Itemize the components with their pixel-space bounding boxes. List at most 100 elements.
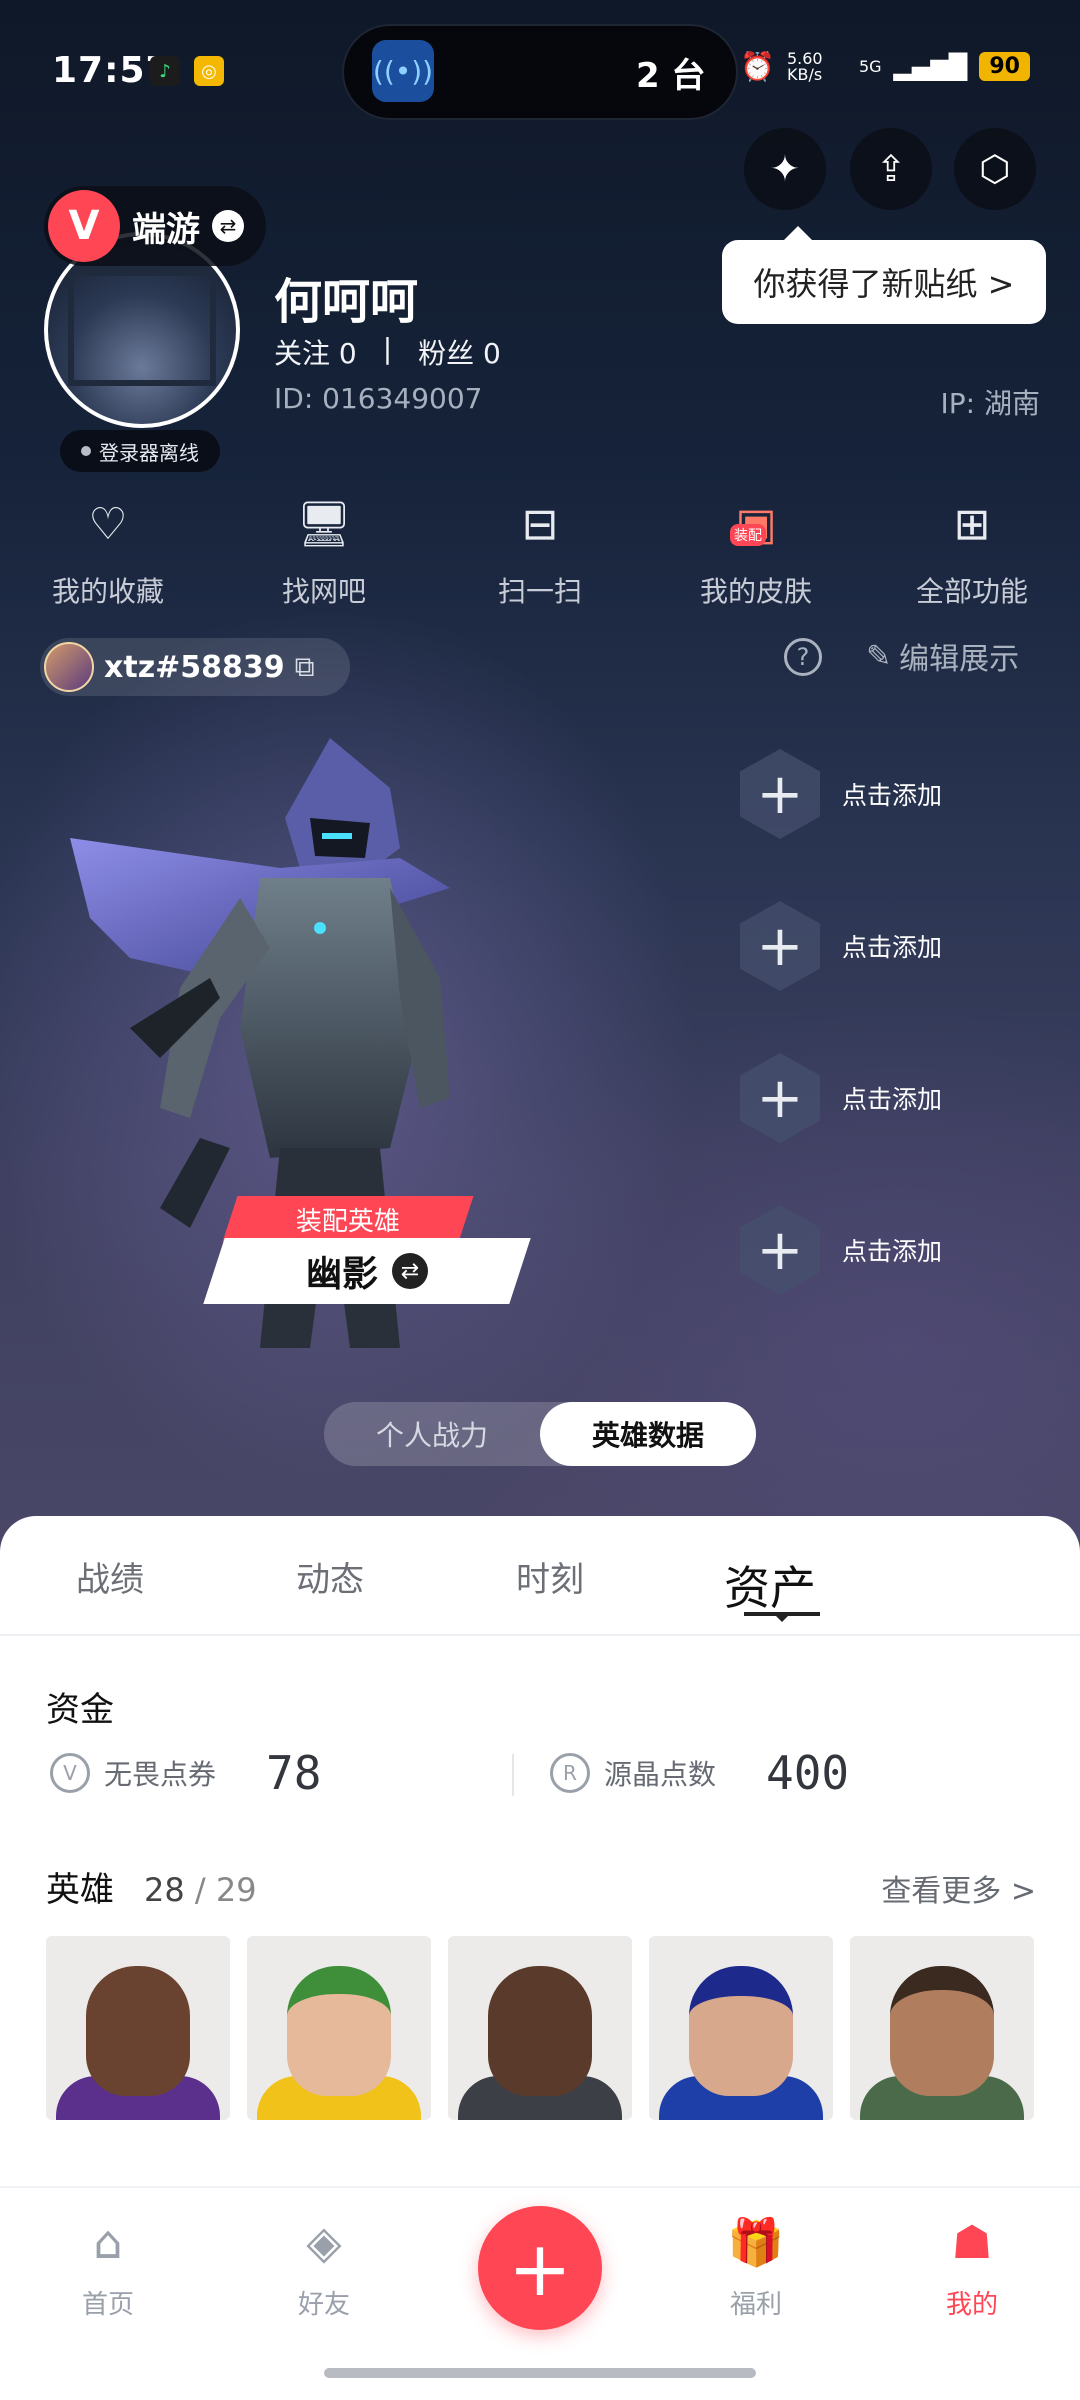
share-icon: ⇪ <box>875 148 907 190</box>
swap-icon: ⇄ <box>392 1253 428 1289</box>
fund-value: 78 <box>266 1746 322 1800</box>
profile-icon: ☗ <box>951 2215 993 2269</box>
nav-home[interactable]: ⌂ 首页 <box>38 2214 178 2321</box>
heroes-total: / 29 <box>194 1871 257 1909</box>
tab-divider <box>0 1634 1080 1636</box>
settings-button[interactable]: ⬡ <box>954 128 1036 210</box>
equip-hero-ribbon: 装配英雄 <box>222 1196 474 1242</box>
account-name: xtz#58839 <box>104 649 285 685</box>
nav-me[interactable]: ☗ 我的 <box>902 2214 1042 2321</box>
sticker-button[interactable]: ✦ <box>744 128 826 210</box>
username: 何呵呵 <box>274 274 419 330</box>
net-type: 5G <box>858 57 882 76</box>
help-icon[interactable]: ? <box>784 638 822 676</box>
slot-label: 点击添加 <box>842 933 943 962</box>
skin-icon: ▣ 装配 <box>728 496 784 552</box>
view-more-link[interactable]: 查看更多 > <box>881 1866 1036 1910</box>
new-sticker-tooltip[interactable]: 你获得了新贴纸 > <box>722 226 1046 324</box>
fund-value: 400 <box>766 1746 850 1800</box>
home-indicator[interactable] <box>324 2368 756 2378</box>
action-find-cafe[interactable]: 🖥 找网吧 <box>216 496 432 610</box>
equipped-hero-card[interactable]: 幽影 ⇄ <box>203 1238 531 1304</box>
equip-tag: 装配 <box>730 524 766 546</box>
broadcast-icon: ((•)) <box>372 40 434 102</box>
create-post-button[interactable]: + <box>478 2206 602 2330</box>
quick-actions: ♡ 我的收藏 🖥 找网吧 ⊟ 扫一扫 ▣ 装配 我的皮肤 ⊞ 全部功能 <box>0 496 1080 610</box>
slot-label: 点击添加 <box>842 1237 943 1266</box>
plus-icon: + <box>508 2223 572 2313</box>
game-name: 端游 <box>132 209 200 250</box>
action-label: 全部功能 <box>915 575 1028 608</box>
friends-icon: ◈ <box>306 2215 342 2269</box>
showcase-slot-3[interactable]: + 点击添加 <box>740 1048 970 1148</box>
hero-card[interactable] <box>247 1936 431 2120</box>
action-label: 我的收藏 <box>51 575 164 608</box>
alarm-icon: ⏰ <box>740 50 775 83</box>
copy-icon[interactable]: ⧉ <box>295 650 315 684</box>
action-label: 我的皮肤 <box>699 575 812 608</box>
add-icon: + <box>740 1205 820 1295</box>
valorant-logo-icon: V <box>48 190 120 262</box>
follow-separator: | <box>382 332 393 365</box>
action-scan[interactable]: ⊟ 扫一扫 <box>432 496 648 610</box>
fund-label: 无畏点券 <box>104 1758 217 1791</box>
swap-icon: ⇄ <box>212 210 244 242</box>
nav-label: 首页 <box>81 2290 134 2320</box>
tab-activity[interactable]: 动态 <box>220 1540 440 1618</box>
launcher-status-text: 登录器离线 <box>99 440 199 465</box>
following-count[interactable]: 关注 0 <box>274 332 357 372</box>
tab-moments[interactable]: 时刻 <box>440 1540 660 1618</box>
active-tab-indicator <box>744 1612 820 1622</box>
ip-location: IP: 湖南 <box>940 387 1040 420</box>
hero-card[interactable] <box>850 1936 1034 2120</box>
nav-label: 好友 <box>297 2290 350 2320</box>
showcase-slot-2[interactable]: + 点击添加 <box>740 896 970 996</box>
fund-label: 源晶点数 <box>604 1758 717 1791</box>
home-icon: ⌂ <box>93 2215 123 2269</box>
fund-radianite-points: R 源晶点数 400 <box>550 1746 1050 1800</box>
edit-showcase-button[interactable]: ✎ 编辑展示 <box>866 634 1019 678</box>
monitor-icon: 🖥 <box>296 499 352 550</box>
action-favorites[interactable]: ♡ 我的收藏 <box>0 496 216 610</box>
heart-icon: ♡ <box>88 498 128 550</box>
heroes-count: 28 / 29 <box>144 1871 257 1909</box>
fans-count[interactable]: 粉丝 0 <box>418 332 501 372</box>
game-switch-chip[interactable]: V 端游 ⇄ <box>44 186 266 266</box>
add-icon: + <box>740 749 820 839</box>
sticker-icon: ✦ <box>769 148 801 190</box>
game-account-chip[interactable]: xtz#58839 ⧉ <box>40 638 350 696</box>
action-my-skins[interactable]: ▣ 装配 我的皮肤 <box>648 496 864 610</box>
hero-card[interactable] <box>649 1936 833 2120</box>
grid-icon: ⊞ <box>953 498 991 550</box>
heroes-owned: 28 <box>144 1871 185 1909</box>
signal-icon: ▂▄▆█ <box>893 52 968 81</box>
battery-level: 90 <box>979 52 1030 81</box>
action-label: 扫一扫 <box>497 575 582 608</box>
net-speed: 5.60 KB/s <box>786 48 823 84</box>
share-button[interactable]: ⇪ <box>850 128 932 210</box>
add-icon: + <box>740 901 820 991</box>
hero-card[interactable] <box>448 1936 632 2120</box>
tab-record[interactable]: 战绩 <box>0 1540 220 1618</box>
toggle-hero-data[interactable]: 英雄数据 <box>540 1402 756 1466</box>
nav-benefits[interactable]: 🎁 福利 <box>686 2214 826 2321</box>
edit-showcase-label: 编辑展示 <box>899 642 1020 677</box>
funds-title: 资金 <box>46 1690 114 1730</box>
follow-stats: 关注 0 | 粉丝 0 <box>274 332 501 372</box>
status-notification-icons: ♪ ◎ <box>150 56 224 86</box>
valorant-points-icon: V <box>50 1753 90 1793</box>
fund-valorant-points: V 无畏点券 78 <box>50 1746 550 1800</box>
action-all-features[interactable]: ⊞ 全部功能 <box>864 496 1080 610</box>
nav-friends[interactable]: ◈ 好友 <box>254 2214 394 2321</box>
equipped-hero-name: 幽影 <box>305 1254 378 1295</box>
showcase-slot-1[interactable]: + 点击添加 <box>740 744 970 844</box>
gift-icon: 🎁 <box>727 2214 785 2269</box>
tab-assets[interactable]: 资产 <box>660 1540 880 1618</box>
hero-card[interactable] <box>46 1936 230 2120</box>
slot-label: 点击添加 <box>842 781 943 810</box>
heroes-title: 英雄 <box>46 1870 114 1910</box>
heroes-header: 英雄 28 / 29 <box>46 1862 257 1911</box>
showcase-slot-4[interactable]: + 点击添加 <box>740 1200 970 1300</box>
user-id: ID: 016349007 <box>274 382 483 415</box>
toggle-personal-power[interactable]: 个人战力 <box>324 1402 540 1466</box>
